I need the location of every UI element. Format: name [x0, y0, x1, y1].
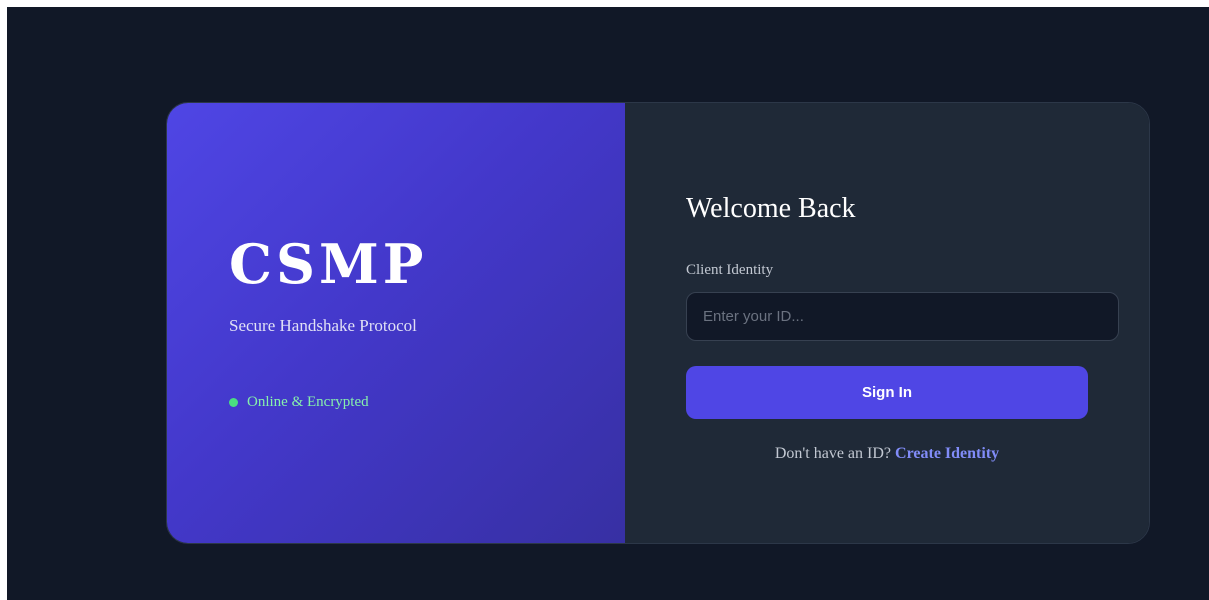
- sign-in-button[interactable]: Sign In: [686, 366, 1088, 419]
- client-identity-input[interactable]: [686, 292, 1119, 341]
- login-card: CSMP Secure Handshake Protocol Online & …: [166, 102, 1150, 544]
- status-text: Online & Encrypted: [247, 394, 369, 410]
- status-dot-icon: [229, 398, 238, 407]
- brand-title: CSMP: [229, 232, 428, 296]
- signup-prompt-text: Don't have an ID?: [774, 445, 896, 462]
- login-form-panel: Welcome Back Client Identity Sign In Don…: [625, 103, 1149, 543]
- brand-panel: CSMP Secure Handshake Protocol Online & …: [167, 103, 625, 543]
- create-identity-link[interactable]: Create Identity: [895, 445, 999, 462]
- welcome-heading: Welcome Back: [686, 193, 856, 224]
- client-identity-label: Client Identity: [686, 262, 774, 278]
- brand-subtitle: Secure Handshake Protocol: [229, 316, 417, 335]
- connection-status: Online & Encrypted: [229, 394, 369, 411]
- page-background: CSMP Secure Handshake Protocol Online & …: [7, 7, 1209, 600]
- signup-prompt-row: Don't have an ID? Create Identity: [625, 445, 1149, 463]
